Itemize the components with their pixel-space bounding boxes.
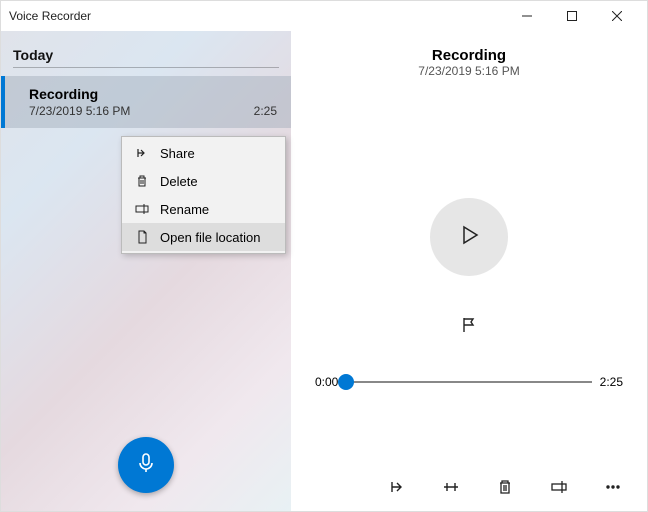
playback-datetime: 7/23/2019 5:16 PM bbox=[418, 64, 519, 78]
rename-button[interactable] bbox=[549, 479, 569, 499]
rename-icon bbox=[550, 478, 568, 501]
add-marker-button[interactable] bbox=[460, 316, 478, 339]
playback-title: Recording bbox=[432, 47, 506, 64]
playback-panel: Recording 7/23/2019 5:16 PM 0:00 2:25 bbox=[291, 31, 647, 511]
seek-thumb[interactable] bbox=[338, 374, 354, 390]
bottom-toolbar bbox=[315, 461, 623, 499]
time-total: 2:25 bbox=[600, 375, 623, 389]
app-title: Voice Recorder bbox=[9, 9, 91, 23]
share-icon bbox=[388, 478, 406, 501]
play-icon bbox=[455, 221, 483, 254]
trim-button[interactable] bbox=[441, 479, 461, 499]
time-current: 0:00 bbox=[315, 375, 338, 389]
file-icon bbox=[134, 229, 150, 245]
menu-rename[interactable]: Rename bbox=[122, 195, 285, 223]
trim-icon bbox=[442, 478, 460, 501]
context-menu: Share Delete Rename bbox=[121, 136, 286, 254]
close-button[interactable] bbox=[594, 1, 639, 31]
menu-open-file-location[interactable]: Open file location bbox=[122, 223, 285, 251]
trash-icon bbox=[496, 478, 514, 501]
record-button[interactable] bbox=[118, 437, 174, 493]
maximize-button[interactable] bbox=[549, 1, 594, 31]
ellipsis-icon bbox=[604, 478, 622, 501]
share-button[interactable] bbox=[387, 479, 407, 499]
recording-datetime: 7/23/2019 5:16 PM bbox=[29, 104, 130, 118]
recording-list-item[interactable]: Recording 7/23/2019 5:16 PM 2:25 bbox=[1, 76, 291, 128]
menu-open-file-location-label: Open file location bbox=[160, 230, 260, 245]
recording-title: Recording bbox=[29, 86, 277, 102]
flag-icon bbox=[460, 321, 478, 338]
timeline: 0:00 2:25 bbox=[315, 375, 623, 389]
recordings-panel: Today Recording 7/23/2019 5:16 PM 2:25 S… bbox=[1, 31, 291, 511]
divider bbox=[13, 67, 279, 68]
menu-rename-label: Rename bbox=[160, 202, 209, 217]
share-icon bbox=[134, 145, 150, 161]
menu-share-label: Share bbox=[160, 146, 195, 161]
microphone-icon bbox=[134, 451, 158, 480]
more-button[interactable] bbox=[603, 479, 623, 499]
minimize-button[interactable] bbox=[504, 1, 549, 31]
seek-track[interactable] bbox=[346, 381, 591, 383]
section-header-today: Today bbox=[1, 31, 291, 67]
trash-icon bbox=[134, 173, 150, 189]
title-bar: Voice Recorder bbox=[1, 1, 647, 31]
menu-delete-label: Delete bbox=[160, 174, 198, 189]
menu-delete[interactable]: Delete bbox=[122, 167, 285, 195]
menu-share[interactable]: Share bbox=[122, 139, 285, 167]
rename-icon bbox=[134, 201, 150, 217]
recording-duration: 2:25 bbox=[254, 104, 277, 118]
delete-button[interactable] bbox=[495, 479, 515, 499]
play-button[interactable] bbox=[430, 198, 508, 276]
